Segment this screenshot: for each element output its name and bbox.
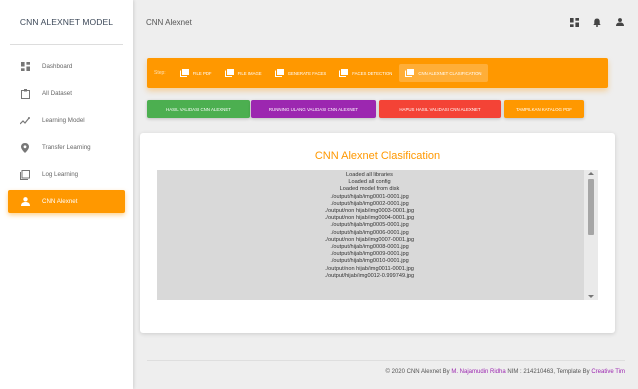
tab-generate-faces[interactable]: Generate Faces <box>269 64 333 82</box>
card-title: CNN Alexnet Clasification <box>314 150 441 162</box>
library-icon <box>179 69 189 77</box>
log-line: ./output/hijab/img0008-0001.jpg <box>330 244 409 251</box>
log-line: ./output/hijab/img0006-0001.jpg <box>330 229 409 236</box>
person-icon[interactable] <box>614 16 626 28</box>
log-line: ./output/hijab/img0009-0001.jpg <box>330 251 409 258</box>
person-icon <box>20 197 30 207</box>
log-line: ./output/hijab/img0010-0001.jpg <box>330 258 409 265</box>
sidebar-nav: Dashboard All Dataset Learning Model Tra… <box>0 45 133 213</box>
page-title[interactable]: CNN Alexnet <box>146 18 192 27</box>
footer: © 2020 CNN Alexnet By M. Najamudin Ridha… <box>386 369 625 375</box>
sidebar-item-label: Dashboard <box>42 63 73 70</box>
log-line: Loaded model from disk <box>339 186 400 193</box>
tab-cnn-alexnet-clasification[interactable]: CNN Alexnet Clasification <box>399 64 488 82</box>
log-line: ./output/non hijab/img0004-0001.jpg <box>324 215 415 222</box>
library-icon <box>339 69 349 77</box>
sidebar-item-transfer-learning[interactable]: Transfer Learning <box>8 136 125 159</box>
sidebar-item-label: CNN Alexnet <box>42 198 78 205</box>
library-icon <box>224 69 234 77</box>
sidebar-item-dashboard[interactable]: Dashboard <box>8 55 125 78</box>
log-line: ./output/hijab/img0001-0001.jpg <box>330 193 409 200</box>
dashboard-icon[interactable] <box>568 16 580 28</box>
clipboard-icon <box>20 88 30 99</box>
tab-label: File Image <box>237 70 262 76</box>
library-icon <box>405 69 415 77</box>
step-tabs: Step: File PDF File Image Generate Faces… <box>147 58 608 88</box>
sidebar-item-label: Learning Model <box>42 117 85 124</box>
sidebar-item-learning-model[interactable]: Learning Model <box>8 109 125 132</box>
log-scrollbar[interactable] <box>584 170 598 300</box>
dashboard-icon <box>20 62 30 72</box>
log-line: ./output/non hijab/img0003-0001.jpg <box>324 208 415 215</box>
hasil-validasi-button[interactable]: Hasil Validasi CNN Alexnet <box>147 100 250 118</box>
log-line: ./output/hijab/img0002-0001.jpg <box>330 200 409 207</box>
sidebar-item-label: Transfer Learning <box>42 144 91 151</box>
log-line: Loaded all config <box>348 179 391 186</box>
footer-prefix: © 2020 CNN Alexnet By <box>385 369 450 375</box>
notifications-icon[interactable] <box>591 16 603 28</box>
sidebar-item-log-learning[interactable]: Log Learning <box>8 163 125 186</box>
tab-file-pdf[interactable]: File PDF <box>174 64 218 82</box>
chart-icon <box>20 116 30 126</box>
scroll-thumb[interactable] <box>588 179 594 235</box>
footer-template-link[interactable]: Creative Tim <box>591 369 625 375</box>
sidebar: CNN ALEXNET MODEL Dashboard All Dataset … <box>0 0 133 389</box>
library-icon <box>20 169 30 180</box>
tampilkan-katalog-pdf-button[interactable]: Tampilkan Katalog PDF <box>504 100 584 118</box>
top-navbar: CNN Alexnet <box>133 0 638 44</box>
classification-card: CNN Alexnet Clasification Loaded all lib… <box>140 133 615 333</box>
log-line: ./output/non hijab/img0011-0001.jpg <box>325 265 414 272</box>
action-buttons: Hasil Validasi CNN Alexnet Running Ulang… <box>147 100 608 118</box>
log-line: ./output/hijab/img0012-0.999749.jpg <box>324 272 415 279</box>
log-output-textarea[interactable]: Loaded all libraries Loaded all config Loa… <box>157 170 598 300</box>
scroll-up-arrow-icon[interactable] <box>588 172 594 175</box>
footer-author-link[interactable]: M. Najamudin Ridha <box>451 369 505 375</box>
sidebar-item-all-dataset[interactable]: All Dataset <box>8 82 125 105</box>
log-lines: Loaded all libraries Loaded all config Loa… <box>157 172 582 280</box>
log-line: Loaded all libraries <box>346 172 393 178</box>
tab-label: Faces Detection <box>352 70 393 76</box>
log-line: ./output/non hijab/img0007-0001.jpg <box>324 236 415 243</box>
sidebar-item-label: All Dataset <box>42 90 72 97</box>
navbar-icons <box>568 16 626 28</box>
hapus-hasil-validasi-button[interactable]: Hapus Hasil Validasi CNN Alexnet <box>379 100 501 118</box>
footer-middle: NIM : 214210463, Template By <box>507 369 590 375</box>
footer-divider <box>147 360 625 361</box>
tab-file-image[interactable]: File Image <box>219 64 268 82</box>
tab-label: File PDF <box>192 70 212 76</box>
running-ulang-validasi-button[interactable]: Running Ulang Validasi CNN Alexnet <box>251 100 376 118</box>
tab-label: Generate Faces <box>287 70 327 76</box>
sidebar-item-label: Log Learning <box>42 171 79 178</box>
tab-faces-detection[interactable]: Faces Detection <box>333 64 398 82</box>
library-icon <box>274 69 284 77</box>
brand-title[interactable]: CNN ALEXNET MODEL <box>0 0 133 44</box>
log-line: ./output/hijab/img0005-0001.jpg <box>330 222 409 229</box>
tabs-label: Step: <box>154 70 166 76</box>
location-pin-icon <box>20 142 30 153</box>
scroll-down-arrow-icon[interactable] <box>588 295 594 298</box>
sidebar-item-cnn-alexnet[interactable]: CNN Alexnet <box>8 190 125 213</box>
tab-label: CNN Alexnet Clasification <box>418 70 482 76</box>
